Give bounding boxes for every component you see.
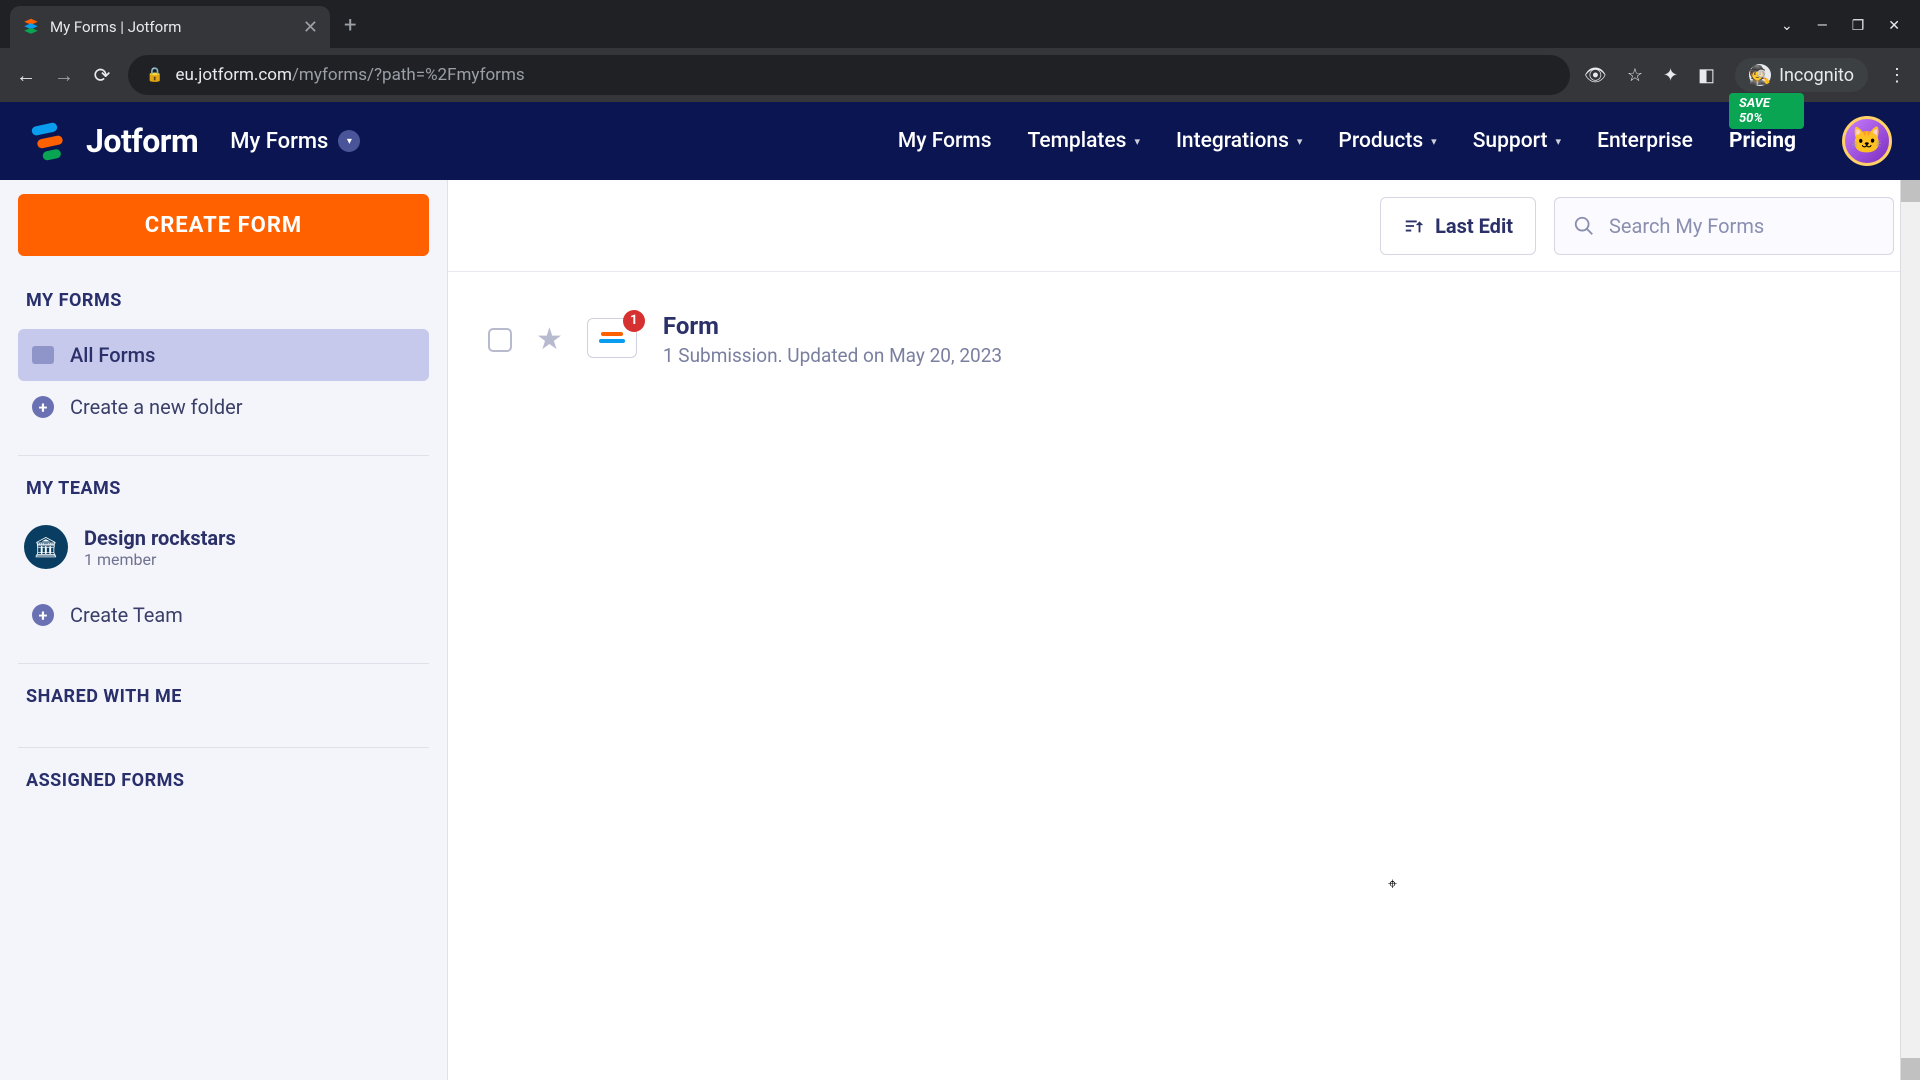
sort-icon [1403, 215, 1425, 237]
search-icon [1573, 215, 1595, 237]
save-badge: SAVE 50% [1729, 93, 1804, 129]
nav-integrations[interactable]: Integrations ▾ [1176, 129, 1302, 153]
brand-name: Jotform [86, 122, 198, 160]
create-form-button[interactable]: CREATE FORM [18, 194, 429, 256]
nav-products[interactable]: Products ▾ [1338, 129, 1436, 153]
url-text: eu.jotform.com/myforms/?path=%2Fmyforms [175, 65, 524, 85]
nav-pricing-label: Pricing [1729, 129, 1796, 153]
extensions-icon[interactable]: ✦ [1663, 65, 1678, 86]
url-host: eu.jotform.com [175, 65, 291, 85]
logo-icon [28, 119, 72, 163]
search-field[interactable] [1554, 197, 1894, 255]
minimize-icon[interactable]: — [1817, 18, 1828, 34]
divider [18, 747, 429, 748]
section-my-forms-label: MY FORMS [18, 290, 429, 329]
reload-button-icon[interactable]: ⟳ [90, 63, 114, 87]
folder-icon [32, 346, 54, 364]
team-row[interactable]: 🏛 Design rockstars 1 member [18, 517, 429, 589]
chevron-down-icon: ▾ [1556, 135, 1562, 148]
kebab-menu-icon[interactable]: ⋮ [1888, 65, 1906, 86]
nav-templates-label: Templates [1028, 129, 1127, 153]
window-controls: ⌄ — ❐ ✕ [1781, 18, 1920, 48]
scrollbar[interactable] [1900, 180, 1920, 1080]
browser-tab-strip: My Forms | Jotform ✕ + ⌄ — ❐ ✕ [0, 0, 1920, 48]
new-tab-button[interactable]: + [344, 13, 356, 38]
nav-my-forms[interactable]: My Forms [898, 129, 992, 153]
chevron-down-icon: ▾ [1431, 135, 1437, 148]
team-name: Design rockstars [84, 526, 236, 550]
tab-favicon-icon [22, 18, 40, 36]
chevron-down-icon: ▾ [1297, 135, 1303, 148]
nav-templates[interactable]: Templates ▾ [1028, 129, 1140, 153]
section-my-teams-label: MY TEAMS [18, 478, 429, 517]
incognito-icon: 🕵 [1749, 64, 1771, 86]
brand-logo[interactable]: Jotform [28, 119, 198, 163]
nav-support-label: Support [1473, 129, 1548, 153]
scroll-up-icon[interactable] [1901, 180, 1920, 202]
main-content: Last Edit ★ 1 Form 1 [448, 180, 1920, 1080]
tab-close-icon[interactable]: ✕ [303, 17, 318, 38]
app-header: Jotform My Forms ▾ My Forms Templates ▾ I… [0, 102, 1920, 180]
maximize-icon[interactable]: ❐ [1852, 18, 1865, 34]
form-row[interactable]: ★ 1 Form 1 Submission. Updated on May 20… [488, 304, 1880, 375]
workspace-dropdown[interactable]: My Forms ▾ [230, 129, 360, 154]
nav-integrations-label: Integrations [1176, 129, 1289, 153]
nav-support[interactable]: Support ▾ [1473, 129, 1561, 153]
divider [18, 455, 429, 456]
plus-circle-icon: + [32, 604, 54, 626]
incognito-badge[interactable]: 🕵 Incognito [1735, 58, 1868, 92]
form-meta: 1 Submission. Updated on May 20, 2023 [663, 344, 1002, 367]
favorite-star-icon[interactable]: ★ [536, 322, 563, 357]
browser-tab[interactable]: My Forms | Jotform ✕ [10, 6, 330, 48]
side-panel-icon[interactable]: ◧ [1698, 65, 1715, 86]
team-avatar-icon: 🏛 [24, 525, 68, 569]
incognito-label: Incognito [1779, 65, 1854, 86]
plus-circle-icon: + [32, 396, 54, 418]
nav-enterprise[interactable]: Enterprise [1597, 129, 1693, 153]
sidebar: CREATE FORM MY FORMS All Forms + Create … [0, 180, 448, 1080]
row-checkbox[interactable] [488, 328, 512, 352]
tab-title: My Forms | Jotform [50, 18, 293, 36]
back-button-icon[interactable]: ← [14, 63, 38, 88]
sidebar-item-all-forms[interactable]: All Forms [18, 329, 429, 381]
team-members: 1 member [84, 550, 236, 569]
url-path: /myforms/?path=%2Fmyforms [292, 65, 525, 85]
form-title: Form [663, 312, 1002, 340]
sidebar-item-create-folder[interactable]: + Create a new folder [18, 381, 429, 433]
sidebar-item-label: Create a new folder [70, 395, 243, 419]
section-shared-label: SHARED WITH ME [18, 686, 429, 725]
list-toolbar: Last Edit [448, 180, 1920, 272]
lock-icon: 🔒 [146, 67, 163, 83]
user-avatar[interactable]: 🐱 [1842, 116, 1892, 166]
eye-off-icon[interactable]: 👁 [1584, 65, 1607, 86]
tab-search-icon[interactable]: ⌄ [1781, 18, 1793, 34]
form-thumbnail: 1 [587, 318, 639, 362]
nav-products-label: Products [1338, 129, 1423, 153]
browser-toolbar: ← → ⟳ 🔒 eu.jotform.com/myforms/?path=%2F… [0, 48, 1920, 102]
sort-button[interactable]: Last Edit [1380, 197, 1536, 255]
chevron-down-icon: ▾ [1134, 135, 1140, 148]
forward-button-icon[interactable]: → [52, 63, 76, 88]
main-nav: My Forms Templates ▾ Integrations ▾ Produc… [898, 116, 1892, 166]
sidebar-item-create-team[interactable]: + Create Team [18, 589, 429, 641]
close-window-icon[interactable]: ✕ [1888, 18, 1900, 34]
mouse-cursor-icon: ⌖ [1388, 874, 1397, 894]
scroll-down-icon[interactable] [1901, 1058, 1920, 1080]
sidebar-item-label: All Forms [70, 343, 155, 367]
nav-pricing[interactable]: SAVE 50% Pricing [1729, 129, 1796, 153]
chevron-down-icon: ▾ [338, 130, 360, 152]
sidebar-item-label: Create Team [70, 603, 183, 627]
bookmark-star-icon[interactable]: ☆ [1627, 65, 1643, 86]
submission-badge: 1 [623, 310, 645, 332]
sort-label: Last Edit [1435, 214, 1513, 238]
section-assigned-label: ASSIGNED FORMS [18, 770, 429, 809]
search-input[interactable] [1609, 214, 1875, 238]
address-bar[interactable]: 🔒 eu.jotform.com/myforms/?path=%2Fmyform… [128, 55, 1570, 95]
form-list: ★ 1 Form 1 Submission. Updated on May 20… [448, 272, 1920, 407]
workspace-dropdown-label: My Forms [230, 129, 328, 154]
divider [18, 663, 429, 664]
